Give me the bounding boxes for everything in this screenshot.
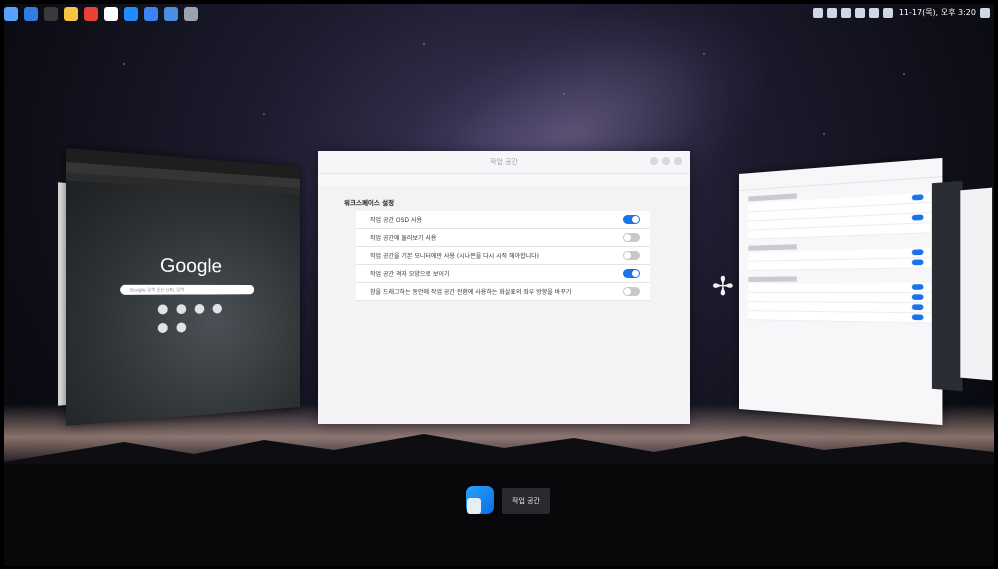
shortcut-icon	[176, 304, 187, 315]
preview-toggle	[911, 294, 924, 300]
preview-section-head	[748, 276, 797, 282]
workspace-icon-page	[467, 498, 481, 514]
minimize-button[interactable]	[650, 157, 658, 165]
screenshot-icon[interactable]	[184, 7, 198, 21]
shortcut-icon	[176, 322, 187, 333]
preview-toggle	[911, 214, 924, 221]
settings-row: 작업 공간을 기본 모니터에만 사용 (시나몬을 다시 시작 해야합니다)	[356, 247, 650, 265]
workspace-label: 작업 공간	[502, 488, 550, 514]
section-title: 워크스페이스 설정	[344, 199, 395, 207]
network-icon[interactable]	[840, 7, 851, 18]
preview-section-head	[748, 244, 797, 251]
swirl-logo-icon: ✢	[712, 272, 734, 302]
toggle-knob	[624, 234, 631, 241]
settings-row-label: 작업 공간 격자 모양으로 보이기	[370, 271, 450, 278]
window-title: 작업 공간	[318, 151, 690, 174]
settings-row: 작업 공간에 둘러보기 사용	[356, 229, 650, 247]
settings-toggle[interactable]	[623, 269, 640, 278]
shortcut-icon	[157, 322, 168, 334]
settings-row: 작업 공간 격자 모양으로 보이기	[356, 265, 650, 283]
preview-row	[748, 283, 931, 294]
window-body: 워크스페이스 설정 작업 공간 OSD 사용 작업 공간에 둘러보기 사용 작업 공…	[318, 186, 690, 424]
clipboard-icon[interactable]	[826, 7, 837, 18]
settings-row: 창을 드래그하는 동안에 작업 공간 전환에 사용하는 화살표의 좌우 방향을 …	[356, 283, 650, 301]
window-icon[interactable]	[144, 7, 158, 21]
terminal-icon[interactable]	[44, 7, 58, 21]
system-tray: 11-17(목), 오후 3:20	[812, 7, 990, 18]
desktop: 11-17(목), 오후 3:20 Google Google 검색 또는 UR…	[4, 4, 994, 566]
browser-icon[interactable]	[104, 7, 118, 21]
shortcut-icon	[157, 304, 168, 315]
app-launcher-bar	[4, 7, 198, 21]
preview-toggle	[911, 284, 924, 290]
ground	[4, 464, 994, 566]
settings-toggle[interactable]	[623, 287, 640, 296]
store-icon[interactable]	[124, 7, 138, 21]
workspace-settings-window[interactable]: 작업 공간 워크스페이스 설정 작업 공간 OSD 사용작업 공간에 둘러보기 …	[318, 151, 690, 424]
file-manager-icon[interactable]	[24, 7, 38, 21]
music-icon[interactable]	[882, 7, 893, 18]
notes-icon[interactable]	[64, 7, 78, 21]
preview-toggle	[911, 314, 924, 321]
settings-toggle[interactable]	[623, 233, 640, 242]
maximize-button[interactable]	[662, 157, 670, 165]
settings-row-label: 작업 공간을 기본 모니터에만 사용 (시나몬을 다시 시작 해야합니다)	[370, 253, 539, 260]
preview-toggle	[911, 259, 924, 266]
settings-row-label: 작업 공간에 둘러보기 사용	[370, 235, 437, 242]
preview-toggle	[911, 194, 924, 201]
browser-new-tab-page: Google Google 검색 또는 URL 입력	[66, 180, 301, 426]
clock[interactable]: 11-17(목), 오후 3:20	[899, 7, 976, 18]
settings-list: 작업 공간 OSD 사용작업 공간에 둘러보기 사용작업 공간을 기본 모니터에…	[356, 211, 650, 301]
toggle-knob	[632, 270, 639, 277]
toggle-knob	[624, 288, 631, 295]
settings-toggle[interactable]	[623, 251, 640, 260]
settings-row-label: 작업 공간 OSD 사용	[370, 217, 422, 224]
shortcut-icon	[194, 304, 205, 314]
google-logo: Google	[159, 254, 222, 277]
chat-icon[interactable]	[812, 7, 823, 18]
light-window-preview[interactable]	[960, 187, 993, 381]
preview-toggle	[911, 249, 924, 256]
toggle-knob	[624, 252, 631, 259]
window-controls	[650, 157, 682, 165]
shortcut-icon	[212, 303, 222, 314]
close-button[interactable]	[674, 157, 682, 165]
settings-row-label: 창을 드래그하는 동안에 작업 공간 전환에 사용하는 화살표의 좌우 방향을 …	[370, 289, 572, 296]
preview-row	[748, 311, 931, 324]
launcher-icon[interactable]	[4, 7, 18, 21]
shortcut-grid	[157, 303, 222, 334]
settings-window-preview[interactable]	[739, 157, 943, 426]
dark-window-preview[interactable]	[931, 180, 963, 392]
settings-toggle[interactable]	[623, 215, 640, 224]
toggle-knob	[632, 216, 639, 223]
preview-toggle	[911, 304, 924, 311]
bluetooth-icon[interactable]	[854, 7, 865, 18]
top-panel: 11-17(목), 오후 3:20	[4, 4, 994, 26]
puzzle-icon[interactable]	[164, 7, 178, 21]
chrome-icon[interactable]	[84, 7, 98, 21]
settings-row: 작업 공간 OSD 사용	[356, 211, 650, 229]
user-icon[interactable]	[980, 7, 990, 18]
google-search-box: Google 검색 또는 URL 입력	[120, 284, 255, 295]
browser-window-preview[interactable]: Google Google 검색 또는 URL 입력	[66, 148, 301, 426]
volume-icon[interactable]	[868, 7, 879, 18]
